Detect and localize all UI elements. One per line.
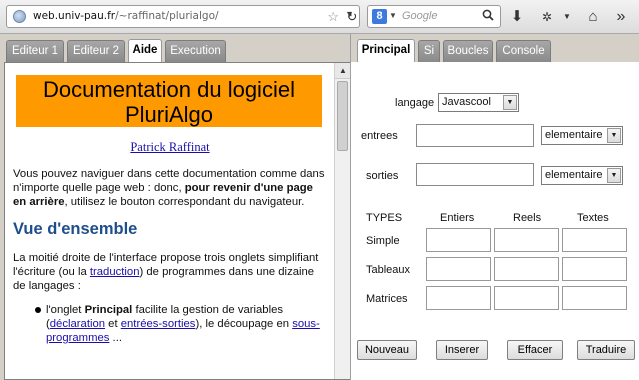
search-icon[interactable] — [482, 9, 494, 21]
effacer-button[interactable]: Effacer — [507, 340, 563, 360]
sorties-input[interactable] — [416, 163, 534, 186]
sorties-type-value: elementaire — [545, 169, 603, 181]
bullet-icon — [35, 307, 41, 313]
reload-icon[interactable]: ↻ — [343, 8, 361, 26]
doc-title: Documentation du logiciel PluriAlgo — [16, 75, 322, 127]
nouveau-button[interactable]: Nouveau — [357, 340, 417, 360]
chevron-down-icon[interactable]: ▼ — [607, 168, 621, 183]
documentation-content: Documentation du logiciel PluriAlgo Patr… — [5, 63, 335, 379]
sorties-type-select[interactable]: elementaire ▼ — [541, 166, 623, 185]
traduction-link[interactable]: traduction — [90, 266, 140, 278]
list-item: l'onglet Principal facilite la gestion d… — [13, 303, 327, 345]
matrices-reels-input[interactable] — [494, 286, 559, 310]
matrices-textes-input[interactable] — [562, 286, 627, 310]
tableaux-reels-input[interactable] — [494, 257, 559, 281]
search-engine-dropdown-icon[interactable]: ▼ — [389, 11, 397, 20]
intro-paragraph: Vous pouvez naviguer dans cette document… — [13, 168, 325, 208]
browser-toolbar: web.univ-pau.fr/~raffinat/plurialgo/ ☆ ▼… — [0, 0, 639, 34]
right-tab-bar: Principal Si Boucles Console — [351, 34, 639, 63]
entrees-label: entrees — [361, 130, 398, 142]
search-placeholder: Google — [402, 10, 438, 22]
chevron-down-icon[interactable]: ▼ — [503, 95, 517, 110]
sorties-label: sorties — [366, 170, 399, 182]
langage-select[interactable]: Javascool ▼ — [438, 93, 519, 112]
tab-editeur-1[interactable]: Editeur 1 — [6, 40, 64, 62]
entrees-type-value: elementaire — [545, 129, 603, 141]
inserer-button[interactable]: Inserer — [436, 340, 488, 360]
right-pane: Principal Si Boucles Console langage Jav… — [350, 34, 639, 380]
entrees-sorties-link[interactable]: entrées-sorties — [121, 318, 196, 330]
home-icon[interactable]: ⌂ — [584, 8, 602, 26]
tableaux-entiers-input[interactable] — [426, 257, 491, 281]
addon-dropdown-icon[interactable]: ▼ — [558, 8, 576, 26]
doc-title-line-1: Documentation du logiciel — [43, 77, 295, 102]
bookmark-star-icon[interactable]: ☆ — [327, 9, 339, 25]
scrollbar-thumb[interactable] — [337, 81, 348, 151]
row-simple-label: Simple — [366, 235, 400, 247]
tab-console[interactable]: Console — [496, 40, 551, 62]
url-text[interactable]: web.univ-pau.fr/~raffinat/plurialgo/ — [33, 10, 219, 22]
declaration-link[interactable]: déclaration — [50, 318, 105, 330]
addon-icon[interactable]: ✲ — [538, 8, 556, 26]
search-engine-icon[interactable]: 8 — [372, 9, 387, 24]
vertical-scrollbar[interactable]: ▲ — [334, 63, 350, 379]
langage-label: langage — [395, 97, 435, 109]
chevron-down-icon[interactable]: ▼ — [607, 128, 621, 143]
langage-select-value: Javascool — [442, 96, 491, 108]
address-bar[interactable]: web.univ-pau.fr/~raffinat/plurialgo/ ☆ ▼ — [6, 5, 360, 28]
entrees-input[interactable] — [416, 124, 534, 147]
types-header: TYPES — [366, 212, 403, 224]
globe-icon — [13, 10, 26, 23]
col-reels-header: Reels — [513, 212, 542, 224]
documentation-panel[interactable]: Documentation du logiciel PluriAlgo Patr… — [4, 62, 350, 380]
entrees-type-select[interactable]: elementaire ▼ — [541, 126, 623, 145]
principal-form: langage Javascool ▼ entrees elementaire … — [351, 62, 639, 380]
search-bar[interactable]: 8 ▼ Google — [367, 5, 501, 28]
section-heading: Vue d'ensemble — [13, 220, 138, 238]
author-link[interactable]: Patrick Raffinat — [13, 140, 327, 155]
tableaux-textes-input[interactable] — [562, 257, 627, 281]
matrices-entiers-input[interactable] — [426, 286, 491, 310]
doc-title-line-2: PluriAlgo — [124, 102, 214, 127]
simple-entiers-input[interactable] — [426, 228, 491, 252]
tab-si[interactable]: Si — [418, 40, 440, 62]
menu-icon[interactable]: » — [612, 8, 630, 26]
tab-boucles[interactable]: Boucles — [443, 40, 493, 62]
tab-principal[interactable]: Principal — [357, 39, 415, 63]
simple-reels-input[interactable] — [494, 228, 559, 252]
row-matrices-label: Matrices — [366, 293, 408, 305]
traduire-button[interactable]: Traduire — [577, 340, 635, 360]
overview-paragraph: La moitié droite de l'interface propose … — [13, 252, 319, 292]
tab-aide[interactable]: Aide — [128, 39, 162, 63]
col-entiers-header: Entiers — [440, 212, 475, 224]
row-tableaux-label: Tableaux — [366, 264, 411, 276]
col-textes-header: Textes — [577, 212, 609, 224]
tab-editeur-2[interactable]: Editeur 2 — [67, 40, 125, 62]
download-icon[interactable]: ⬇ — [508, 8, 526, 26]
scroll-up-icon[interactable]: ▲ — [335, 63, 350, 79]
simple-textes-input[interactable] — [562, 228, 627, 252]
tab-execution[interactable]: Execution — [165, 40, 226, 62]
left-tab-bar: Editeur 1 Editeur 2 Aide Execution — [0, 34, 350, 63]
